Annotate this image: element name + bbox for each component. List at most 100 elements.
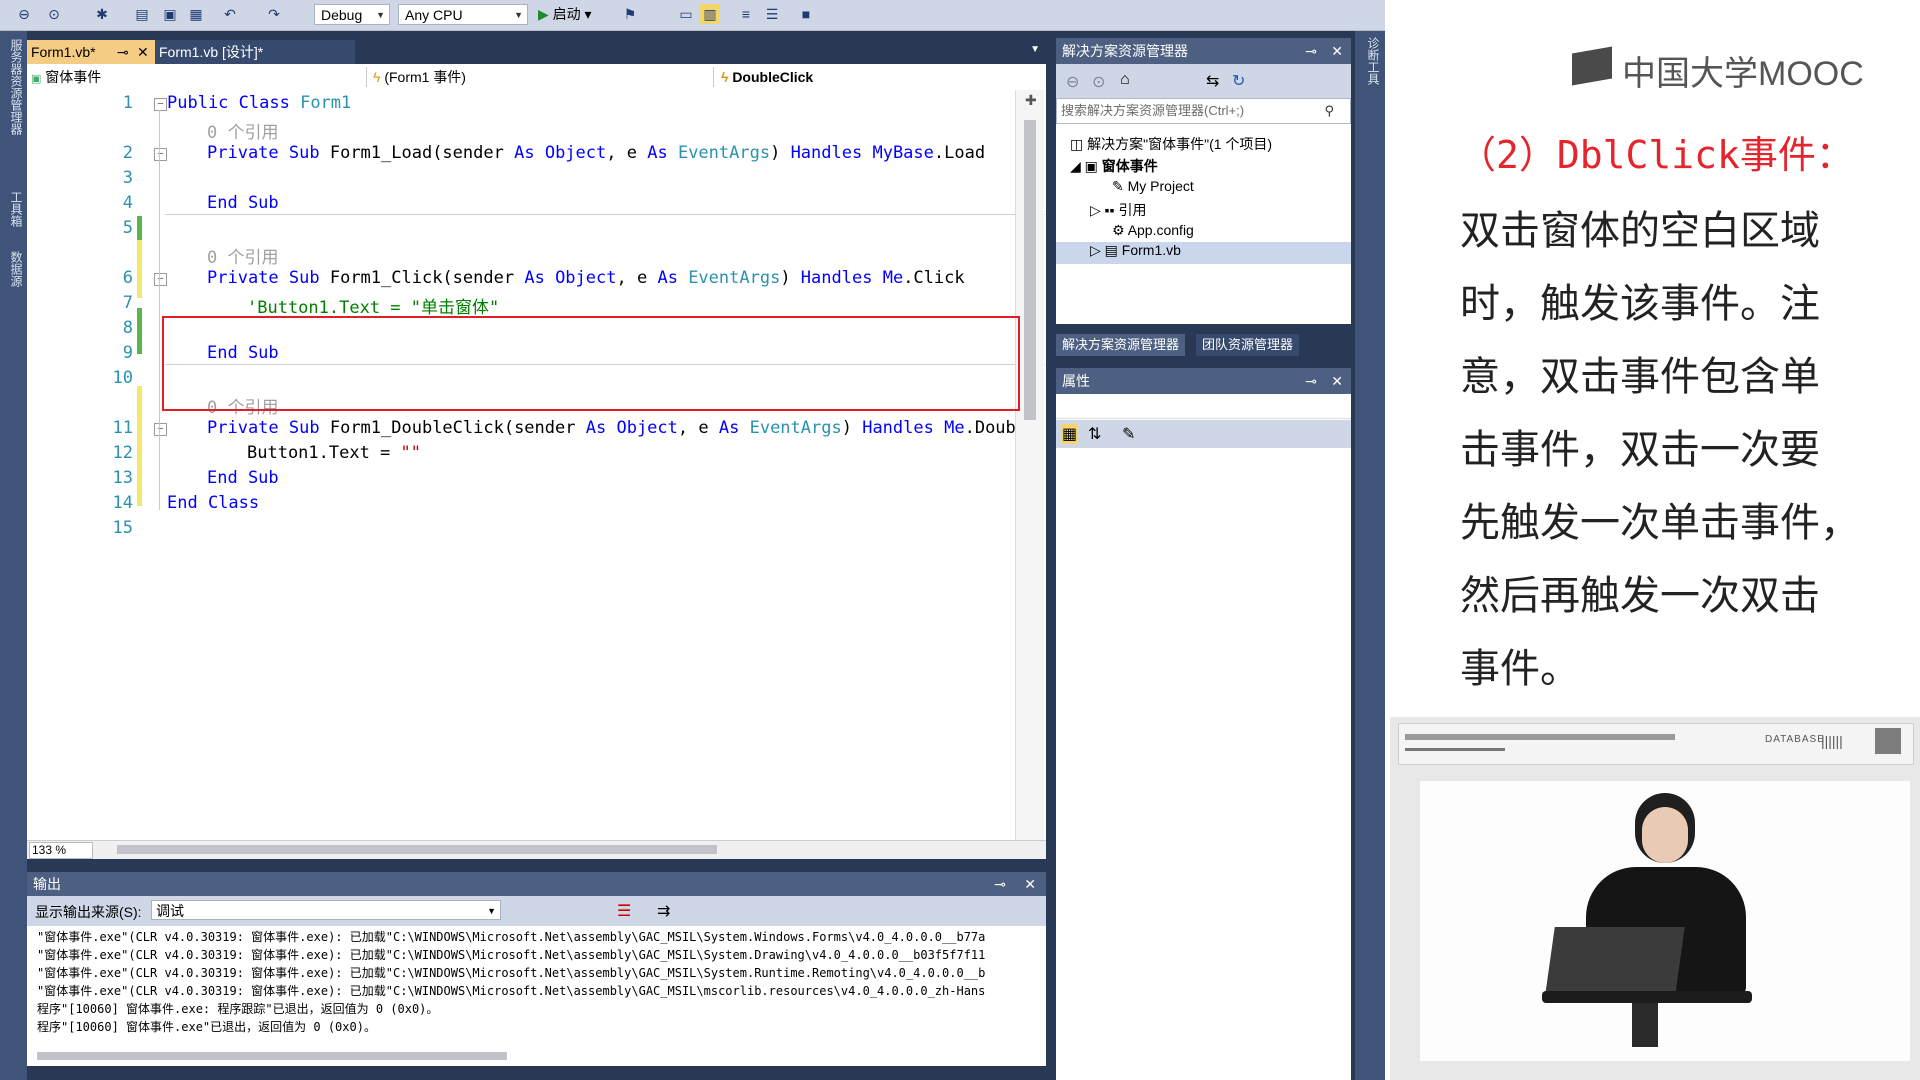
tree-item-my-project[interactable]: ✎ My Project	[1112, 178, 1194, 195]
output-source-select[interactable]: 调试 ▼	[151, 900, 501, 920]
code-lens[interactable]: 0 个引用	[207, 243, 278, 268]
lectern-stand	[1632, 1003, 1658, 1047]
tab-form1-design[interactable]: Form1.vb [设计]*	[155, 40, 355, 64]
banner-bar	[1405, 748, 1505, 751]
bookmark-icon[interactable]: ■	[796, 4, 816, 24]
toolbox-tab[interactable]: 工具箱	[4, 191, 23, 227]
redo-icon[interactable]: ↷	[264, 4, 284, 24]
close-icon[interactable]: ✕	[1331, 368, 1343, 394]
save-all-icon[interactable]: ▦	[186, 4, 206, 24]
solution-search-input[interactable]: 搜索解决方案资源管理器(Ctrl+;) ⚲	[1056, 98, 1351, 124]
property-pages-icon[interactable]: ✎	[1122, 424, 1135, 444]
line-number: 13	[112, 468, 133, 488]
code-editor[interactable]: 1 2 3 4 5 6 7 8 9 10 11 12 13 14 15 − − …	[27, 90, 1046, 840]
code-lens[interactable]: 0 个引用	[207, 118, 278, 143]
output-text[interactable]: "窗体事件.exe"(CLR v4.0.30319: 窗体事件.exe): 已加…	[27, 926, 1046, 1066]
tab-form1-vb[interactable]: Form1.vb* ⊸ ✕	[27, 40, 155, 64]
scrollbar-thumb[interactable]	[1024, 120, 1036, 420]
open-icon[interactable]: ▤	[132, 4, 152, 24]
config-value: Debug	[321, 7, 363, 23]
output-line: "窗体事件.exe"(CLR v4.0.30319: 窗体事件.exe): 已加…	[37, 984, 986, 998]
code-line-6: Private Sub Form1_Click(sender As Object…	[207, 268, 965, 288]
undo-icon[interactable]: ↶	[220, 4, 240, 24]
save-icon[interactable]: ▣	[160, 4, 180, 24]
method-separator	[165, 214, 1045, 215]
tree-item-project[interactable]: ◢ ▣ 窗体事件	[1070, 156, 1158, 176]
back-icon[interactable]: ⊖	[14, 4, 34, 24]
output-source-label: 显示输出来源(S):	[35, 904, 142, 920]
home-icon[interactable]: ⌂	[1120, 71, 1130, 89]
solution-tabs: 解决方案资源管理器 团队资源管理器	[1056, 332, 1351, 356]
play-icon: ▶	[538, 6, 549, 22]
horizontal-scrollbar-thumb[interactable]	[37, 1052, 507, 1060]
zoom-value: 133 %	[32, 843, 67, 857]
zoom-select[interactable]: 133 %	[29, 842, 93, 859]
properties-object-select[interactable]	[1056, 396, 1351, 419]
tree-item-form1[interactable]: ▷ ▤ Form1.vb	[1056, 242, 1351, 264]
collapse-toggle[interactable]: −	[154, 273, 167, 286]
refresh-icon[interactable]: ↻	[1232, 71, 1245, 91]
clear-all-icon[interactable]: ☰	[617, 901, 631, 921]
line-number: 6	[122, 268, 133, 288]
pin-icon[interactable]: ⊸	[994, 872, 1006, 896]
close-icon[interactable]: ✕	[137, 40, 149, 64]
lectern	[1542, 991, 1752, 1003]
tab-overflow-icon[interactable]: ▼	[1030, 44, 1040, 55]
alphabetical-icon[interactable]: ⇅	[1088, 424, 1101, 444]
categorized-icon[interactable]: ▦	[1062, 424, 1078, 444]
word-wrap-icon[interactable]: ⇉	[657, 901, 670, 921]
indent-icon[interactable]: ≡	[736, 4, 756, 24]
diagnostic-tools-tab[interactable]: 诊断工具	[1361, 37, 1380, 85]
search-placeholder: 搜索解决方案资源管理器(Ctrl+;)	[1061, 103, 1245, 118]
pin-icon[interactable]: ⊸	[1305, 38, 1317, 64]
video-banner: DATABASE ||||||	[1398, 723, 1914, 765]
collapse-toggle[interactable]: −	[154, 148, 167, 161]
new-project-icon[interactable]: ✱	[92, 4, 112, 24]
line-number: 10	[112, 368, 133, 388]
forward-icon[interactable]: ⊙	[1092, 72, 1105, 92]
close-icon[interactable]: ✕	[1024, 872, 1036, 896]
line-number: 12	[112, 443, 133, 463]
tab-team-explorer[interactable]: 团队资源管理器	[1196, 334, 1300, 356]
line-number: 5	[122, 218, 133, 238]
slide-text-line: 击事件，双击一次要	[1460, 428, 1820, 472]
forward-icon[interactable]: ⊙	[44, 4, 64, 24]
tab-solution-explorer[interactable]: 解决方案资源管理器	[1056, 334, 1186, 356]
change-marker	[137, 240, 142, 298]
slide-title: （2）DblClick事件：	[1458, 133, 1854, 177]
close-icon[interactable]: ✕	[1331, 38, 1343, 64]
line-number: 3	[122, 168, 133, 188]
start-button[interactable]: ▶ 启动 ▾	[538, 4, 592, 25]
pin-icon[interactable]: ⊸	[117, 40, 129, 64]
config-select[interactable]: Debug ▼	[314, 4, 390, 25]
visual-studio-window: ⊖ ⊙ ✱ ▤ ▣ ▦ ↶ ↷ Debug ▼ Any CPU ▼ ▶ 启动 ▾ ⚑…	[0, 0, 1385, 1080]
solution-tree: ◫ 解决方案"窗体事件"(1 个项目) ◢ ▣ 窗体事件 ✎ My Projec…	[1056, 124, 1351, 324]
data-sources-tab[interactable]: 数据源	[4, 251, 23, 287]
vertical-scrollbar[interactable]: ✚	[1015, 90, 1044, 840]
server-explorer-tab[interactable]: 服务器资源管理器	[4, 39, 23, 135]
tree-item-app-config[interactable]: ⚙ App.config	[1112, 222, 1194, 239]
tree-item-references[interactable]: ▷ ▪▪ 引用	[1090, 200, 1147, 220]
navigation-bar: ▣ 窗体事件 ϟ (Form1 事件) ϟ DoubleClick	[27, 64, 1046, 91]
comment-icon[interactable]: ☰	[762, 4, 782, 24]
split-icon[interactable]: ✚	[1025, 92, 1037, 109]
solution-view-icon[interactable]: ▭	[676, 4, 696, 24]
code-line-1: Public Class Form1	[167, 93, 352, 113]
horizontal-scrollbar-thumb[interactable]	[117, 845, 717, 854]
back-icon[interactable]: ⊖	[1066, 72, 1079, 92]
collapse-toggle[interactable]: −	[154, 423, 167, 436]
object-combo[interactable]: ϟ (Form1 事件)	[373, 67, 714, 87]
platform-select[interactable]: Any CPU ▼	[398, 4, 528, 25]
line-number-gutter: 1 2 3 4 5 6 7 8 9 10 11 12 13 14 15	[27, 90, 147, 840]
barcode-icon: ||||||	[1821, 733, 1843, 749]
slide-text-line: 然后再触发一次双击	[1460, 574, 1820, 618]
sync-icon[interactable]: ⇆	[1206, 71, 1219, 91]
collapse-toggle[interactable]: −	[154, 98, 167, 111]
tree-item-solution[interactable]: ◫ 解决方案"窗体事件"(1 个项目)	[1070, 134, 1272, 154]
properties-view-icon[interactable]: ▥	[700, 4, 720, 24]
search-icon[interactable]: ⚲	[1324, 99, 1334, 123]
attach-icon[interactable]: ⚑	[620, 4, 640, 24]
event-combo[interactable]: ϟ DoubleClick	[721, 67, 1041, 87]
pin-icon[interactable]: ⊸	[1305, 368, 1317, 394]
class-combo[interactable]: ▣ 窗体事件	[31, 67, 367, 87]
